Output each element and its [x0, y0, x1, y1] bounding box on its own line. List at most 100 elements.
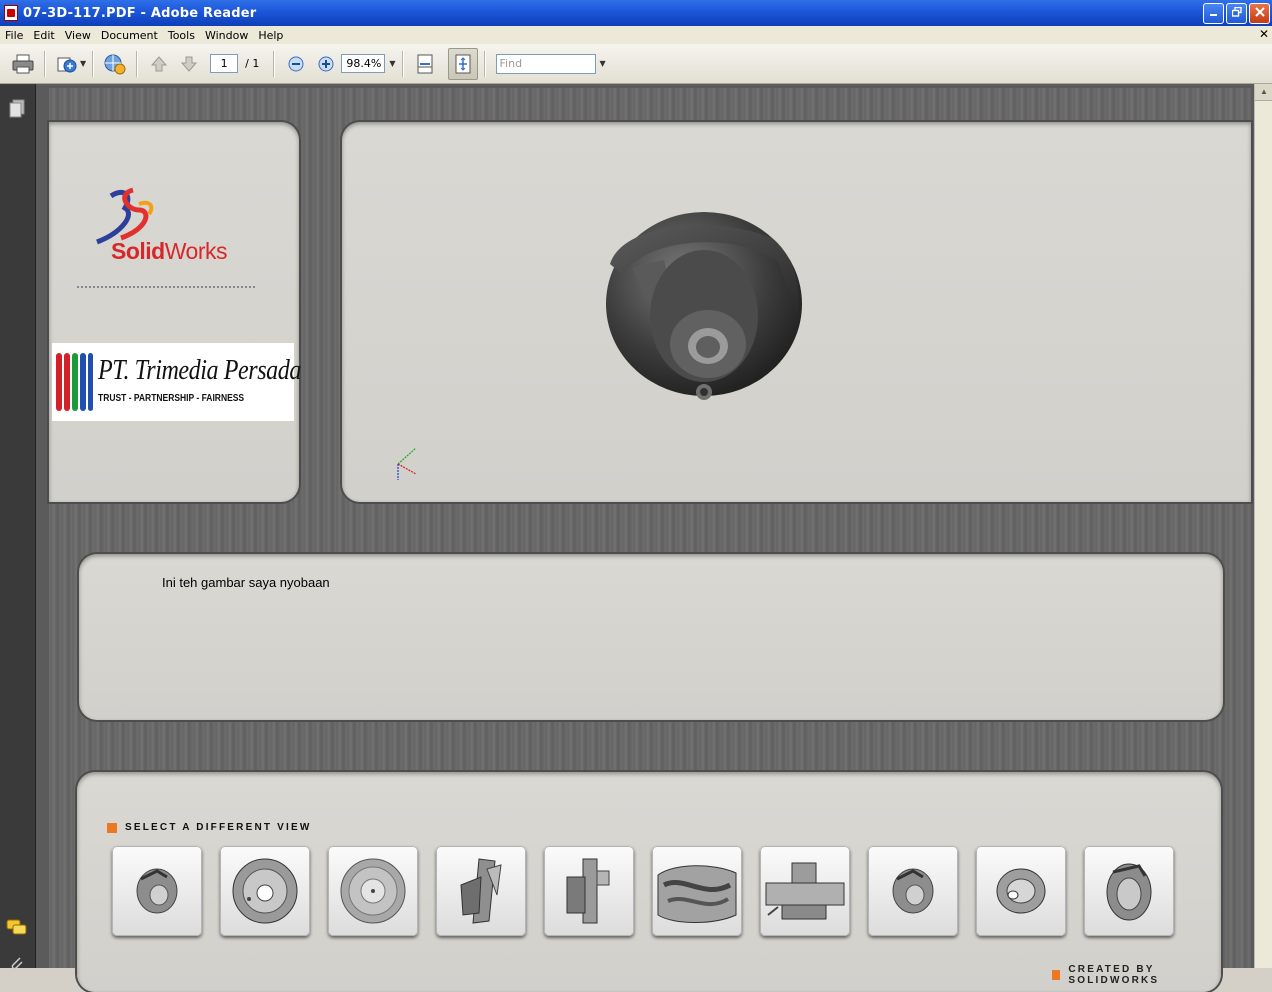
dotted-divider	[77, 286, 255, 288]
thumbnail-view-1[interactable]	[112, 846, 202, 936]
company-stripes-icon	[56, 353, 93, 411]
zoom-level-input[interactable]: 98.4%	[341, 54, 386, 73]
single-page-icon	[417, 54, 433, 73]
description-panel: Ini teh gambar saya nyobaan	[79, 554, 1223, 720]
page-total: / 1	[245, 57, 260, 70]
thumbnail-view-6[interactable]	[652, 846, 742, 936]
title-bar: 07-3D-117.PDF - Adobe Reader	[0, 0, 1272, 26]
pdf-document-icon	[4, 5, 18, 21]
collaborate-button[interactable]	[103, 52, 127, 76]
menu-view[interactable]: View	[60, 29, 96, 42]
find-input[interactable]: Find	[495, 53, 596, 74]
printer-icon	[12, 54, 34, 73]
minimize-icon	[1209, 14, 1217, 16]
toolbar-separator	[136, 50, 139, 77]
zoom-in-button[interactable]	[314, 52, 338, 76]
part-right-view-icon	[566, 858, 610, 924]
comments-icon	[6, 919, 27, 935]
scrolling-mode-button[interactable]	[413, 52, 437, 76]
views-label: SELECT A DIFFERENT VIEW	[125, 822, 312, 833]
zoom-in-icon	[318, 56, 334, 71]
print-button[interactable]	[11, 52, 35, 76]
thumbnail-view-8[interactable]	[868, 846, 958, 936]
part-bottom-view-icon	[1106, 863, 1152, 921]
zoom-out-button[interactable]	[284, 52, 308, 76]
part-back-view-icon	[340, 858, 406, 924]
toolbar-separator	[401, 50, 404, 77]
toolbar-separator	[273, 50, 276, 77]
axis-triad-icon	[397, 447, 417, 480]
close-icon	[1254, 7, 1265, 17]
company-name: PT. Trimedia Persada	[98, 355, 302, 386]
credit-line: CREATED BY SOLIDWORKS	[1052, 964, 1221, 986]
paperclip-icon	[11, 957, 23, 970]
menu-document[interactable]: Document	[96, 29, 163, 42]
share-button[interactable]	[55, 52, 79, 76]
globe-gear-icon	[104, 54, 126, 74]
pages-panel-button[interactable]	[6, 98, 28, 120]
solidworks-works-text: Works	[164, 238, 228, 264]
thumbnail-view-4[interactable]	[436, 846, 526, 936]
comments-panel-button[interactable]	[6, 917, 28, 939]
description-text: Ini teh gambar saya nyobaan	[162, 575, 330, 590]
orange-square-icon	[1052, 970, 1061, 980]
orange-square-icon	[107, 822, 117, 833]
solidworks-solid-text: Solid	[111, 238, 165, 264]
zoom-out-icon	[288, 56, 304, 71]
part-side-section-icon	[765, 862, 845, 920]
3d-part-model-icon	[606, 212, 802, 400]
menu-help[interactable]: Help	[253, 29, 288, 42]
toolbar: ▼ 1 / 1 98.4% ▼ Find ▼	[0, 44, 1272, 84]
thumbnail-view-7[interactable]	[760, 846, 850, 936]
thumbnail-view-2[interactable]	[220, 846, 310, 936]
close-button[interactable]	[1249, 3, 1270, 24]
arrow-up-icon	[151, 55, 168, 71]
part-front-view-icon	[232, 858, 298, 924]
views-header: SELECT A DIFFERENT VIEW	[107, 822, 312, 833]
thumbnail-view-9[interactable]	[976, 846, 1066, 936]
3d-model-viewer[interactable]	[342, 122, 1251, 502]
thumbnail-view-10[interactable]	[1084, 846, 1174, 936]
pages-icon	[9, 99, 25, 118]
share-icon	[57, 57, 77, 72]
views-panel: SELECT A DIFFERENT VIEW CREATED BY SOLID…	[77, 772, 1221, 992]
view-thumbnails	[112, 846, 1174, 936]
restore-button[interactable]	[1226, 3, 1247, 24]
thumbnail-view-3[interactable]	[328, 846, 418, 936]
part-iso-view-icon	[136, 868, 178, 914]
menu-edit[interactable]: Edit	[28, 29, 59, 42]
previous-page-button[interactable]	[147, 52, 171, 76]
restore-icon	[1231, 6, 1242, 17]
solidworks-wordmark: SolidWorks	[111, 238, 227, 265]
logo-panel: SolidWorks PT. Trimedia Persada TRUST - …	[49, 122, 302, 502]
toolbar-separator	[483, 50, 486, 77]
part-left-view-icon	[460, 858, 502, 924]
scroll-up-arrow-icon[interactable]: ▲	[1255, 84, 1272, 101]
fit-page-button[interactable]	[447, 47, 478, 80]
company-tagline: TRUST - PARTNERSHIP - FAIRNESS	[98, 393, 245, 404]
thumbnail-view-5[interactable]	[544, 846, 634, 936]
menu-tools[interactable]: Tools	[163, 29, 200, 42]
toolbar-separator	[92, 50, 95, 77]
chevron-down-icon[interactable]: ▼	[389, 59, 395, 68]
fit-page-icon	[455, 54, 471, 73]
pdf-page: SolidWorks PT. Trimedia Persada TRUST - …	[49, 88, 1251, 992]
toolbar-separator	[44, 50, 46, 77]
vertical-scrollbar[interactable]: ▲	[1254, 84, 1272, 968]
page-number-input[interactable]: 1	[210, 54, 239, 73]
credit-label: CREATED BY SOLIDWORKS	[1068, 964, 1160, 986]
chevron-down-icon[interactable]: ▼	[80, 59, 86, 68]
attachments-panel-button[interactable]	[6, 952, 28, 974]
part-top-view-icon	[996, 868, 1046, 914]
navigation-pane	[0, 84, 36, 970]
chevron-down-icon[interactable]: ▼	[600, 59, 606, 68]
document-close-icon[interactable]: ✕	[1259, 27, 1269, 41]
menu-window[interactable]: Window	[200, 29, 253, 42]
menu-bar: File Edit View Document Tools Window Hel…	[0, 26, 1272, 44]
minimize-button[interactable]	[1203, 3, 1224, 24]
arrow-down-icon	[181, 56, 198, 72]
window-controls	[1203, 3, 1270, 24]
next-page-button[interactable]	[177, 52, 201, 76]
menu-file[interactable]: File	[0, 29, 28, 42]
part-section-view-icon	[657, 865, 737, 923]
